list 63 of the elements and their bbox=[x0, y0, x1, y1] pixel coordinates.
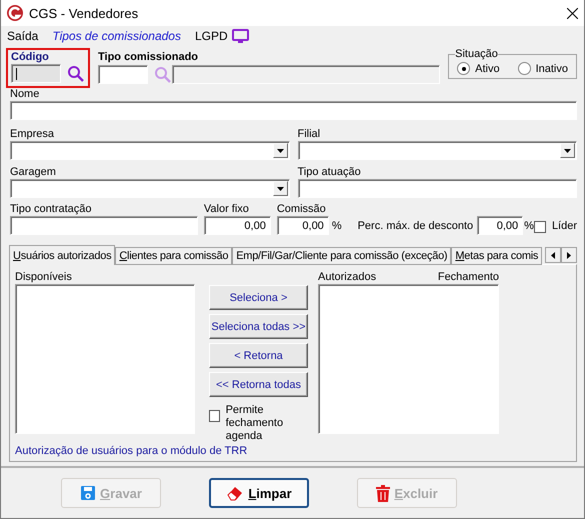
tab[interactable]: Usuários autorizados bbox=[9, 245, 116, 265]
transfer-button[interactable]: Seleciona > bbox=[209, 285, 308, 310]
field-label: Tipo atuação bbox=[298, 166, 362, 179]
field-label: Nome bbox=[10, 88, 40, 101]
eraser-icon bbox=[226, 485, 244, 501]
checkbox-label: Permite fechamento agenda bbox=[226, 404, 284, 443]
scroll-right-button[interactable] bbox=[561, 247, 577, 263]
status-radio[interactable]: Inativo bbox=[518, 62, 568, 75]
code-field[interactable] bbox=[11, 64, 61, 83]
dropdown-arrow-icon[interactable] bbox=[276, 148, 284, 152]
right-arrow-icon bbox=[567, 252, 571, 258]
field-label: Comissão bbox=[276, 203, 327, 216]
checkbox-label: Líder bbox=[552, 220, 578, 233]
transfer-button[interactable]: Seleciona todas >> bbox=[209, 314, 308, 339]
dropdown-field[interactable] bbox=[10, 141, 290, 160]
menu-item[interactable]: Tipos de comissionados bbox=[52, 29, 181, 43]
tab[interactable]: Metas para comis bbox=[451, 247, 542, 265]
checkbox[interactable] bbox=[534, 220, 546, 232]
search-icon[interactable] bbox=[67, 64, 85, 82]
field-label: Valor fixo bbox=[204, 203, 250, 216]
field-label: Tipo comissionado bbox=[98, 51, 200, 64]
number-field[interactable]: 0,00 bbox=[276, 216, 329, 235]
action-button[interactable]: Limpar bbox=[209, 478, 309, 508]
window-title: CGS - Vendedores bbox=[29, 6, 140, 20]
tab[interactable]: Emp/Fil/Gar/Cliente para comissão (exceção) bbox=[232, 247, 452, 265]
field-label: Tipo contratação bbox=[10, 203, 93, 216]
field-label: Garagem bbox=[10, 166, 57, 179]
field-label: Perc. máx. de desconto bbox=[358, 220, 474, 233]
number-field[interactable]: 0,00 bbox=[204, 216, 271, 235]
scroll-left-button[interactable] bbox=[545, 247, 561, 263]
column-label: Fechamento bbox=[438, 271, 499, 284]
text-field[interactable] bbox=[298, 179, 577, 198]
group-label: Situação bbox=[455, 48, 498, 60]
checkbox[interactable] bbox=[209, 410, 220, 422]
number-field[interactable]: 0,00 bbox=[477, 216, 524, 235]
field-label: Empresa bbox=[10, 128, 56, 141]
close-icon[interactable] bbox=[567, 8, 578, 18]
dropdown-field[interactable] bbox=[10, 179, 290, 198]
field-label: Filial bbox=[298, 128, 322, 141]
transfer-button[interactable]: < Retorna bbox=[209, 343, 308, 368]
status-radio[interactable]: Ativo bbox=[457, 62, 500, 75]
text-field[interactable] bbox=[10, 216, 198, 235]
dropdown-arrow-icon[interactable] bbox=[564, 148, 571, 152]
menu-item[interactable]: Saída bbox=[7, 29, 38, 43]
monitor-icon[interactable] bbox=[232, 29, 249, 43]
list-label: Autorizados bbox=[318, 271, 376, 284]
left-arrow-icon bbox=[551, 252, 555, 258]
available-list[interactable] bbox=[15, 284, 195, 434]
app-logo-icon bbox=[7, 5, 23, 21]
dropdown-arrow-icon[interactable] bbox=[276, 186, 284, 190]
unit-label: % bbox=[332, 220, 342, 233]
menu-item[interactable]: LGPD bbox=[194, 29, 228, 43]
module-note: Autorização de usuários para o módulo de TRR bbox=[15, 445, 248, 457]
trash-icon bbox=[376, 484, 390, 502]
tab[interactable]: Clientes para comissão bbox=[115, 247, 232, 265]
list-label: Disponíveis bbox=[15, 271, 73, 284]
unit-label: % bbox=[524, 220, 534, 233]
transfer-button[interactable]: << Retorna todas bbox=[209, 372, 308, 397]
field-label: Código bbox=[11, 51, 50, 64]
name-field[interactable] bbox=[10, 101, 577, 120]
dropdown-field[interactable] bbox=[298, 141, 577, 160]
authorized-list[interactable] bbox=[318, 284, 499, 434]
type-code-field[interactable] bbox=[98, 65, 148, 84]
